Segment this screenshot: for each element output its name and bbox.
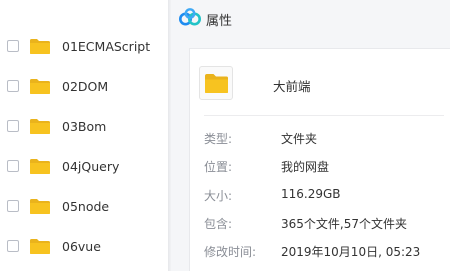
baidu-netdisk-logo-icon bbox=[179, 8, 201, 26]
select-checkbox[interactable] bbox=[7, 80, 19, 92]
select-checkbox[interactable] bbox=[7, 120, 19, 132]
divider bbox=[204, 115, 444, 116]
file-name[interactable]: 05node bbox=[62, 199, 109, 214]
folder-icon bbox=[205, 74, 228, 93]
size-label: 大小: bbox=[204, 189, 233, 203]
folder-icon bbox=[30, 238, 50, 254]
properties-dialog: 属性 大前端 类型: 文件夹 位置: 我的网盘 大小: 116.29GB 包含:… bbox=[171, 0, 450, 271]
list-item[interactable]: 05node bbox=[0, 186, 168, 226]
file-list: 01ECMAScript 02DOM 03Bom 04jQuery 05node bbox=[0, 0, 168, 271]
folder-icon bbox=[30, 38, 50, 54]
file-name[interactable]: 06vue bbox=[62, 239, 101, 254]
select-checkbox[interactable] bbox=[7, 160, 19, 172]
folder-icon bbox=[30, 198, 50, 214]
contains-label: 包含: bbox=[204, 217, 233, 231]
properties-panel: 大前端 类型: 文件夹 位置: 我的网盘 大小: 116.29GB 包含: 36… bbox=[189, 48, 450, 271]
list-item[interactable]: 04jQuery bbox=[0, 146, 168, 186]
file-name[interactable]: 02DOM bbox=[62, 79, 108, 94]
type-label: 类型: bbox=[204, 132, 233, 146]
select-checkbox[interactable] bbox=[7, 200, 19, 212]
file-name[interactable]: 04jQuery bbox=[62, 159, 119, 174]
dialog-title: 属性 bbox=[206, 14, 233, 29]
list-item[interactable]: 03Bom bbox=[0, 106, 168, 146]
size-value: 116.29GB bbox=[281, 187, 341, 201]
location-label: 位置: bbox=[204, 160, 233, 174]
modified-time-label: 修改时间: bbox=[204, 245, 257, 259]
folder-thumbnail bbox=[199, 66, 233, 100]
select-checkbox[interactable] bbox=[7, 40, 19, 52]
list-item[interactable]: 01ECMAScript bbox=[0, 26, 168, 66]
folder-name: 大前端 bbox=[273, 79, 311, 94]
folder-icon bbox=[30, 118, 50, 134]
modified-time-value: 2019年10月10日, 05:23 bbox=[281, 245, 421, 259]
type-value: 文件夹 bbox=[281, 132, 318, 146]
contains-value: 365个文件,57个文件夹 bbox=[281, 217, 407, 231]
dialog-titlebar[interactable]: 属性 bbox=[171, 0, 450, 36]
list-item[interactable]: 02DOM bbox=[0, 66, 168, 106]
list-item[interactable]: 06vue bbox=[0, 226, 168, 266]
folder-icon bbox=[30, 78, 50, 94]
file-name[interactable]: 03Bom bbox=[62, 119, 106, 134]
file-name[interactable]: 01ECMAScript bbox=[62, 39, 150, 54]
select-checkbox[interactable] bbox=[7, 240, 19, 252]
location-value: 我的网盘 bbox=[281, 160, 330, 174]
folder-icon bbox=[30, 158, 50, 174]
